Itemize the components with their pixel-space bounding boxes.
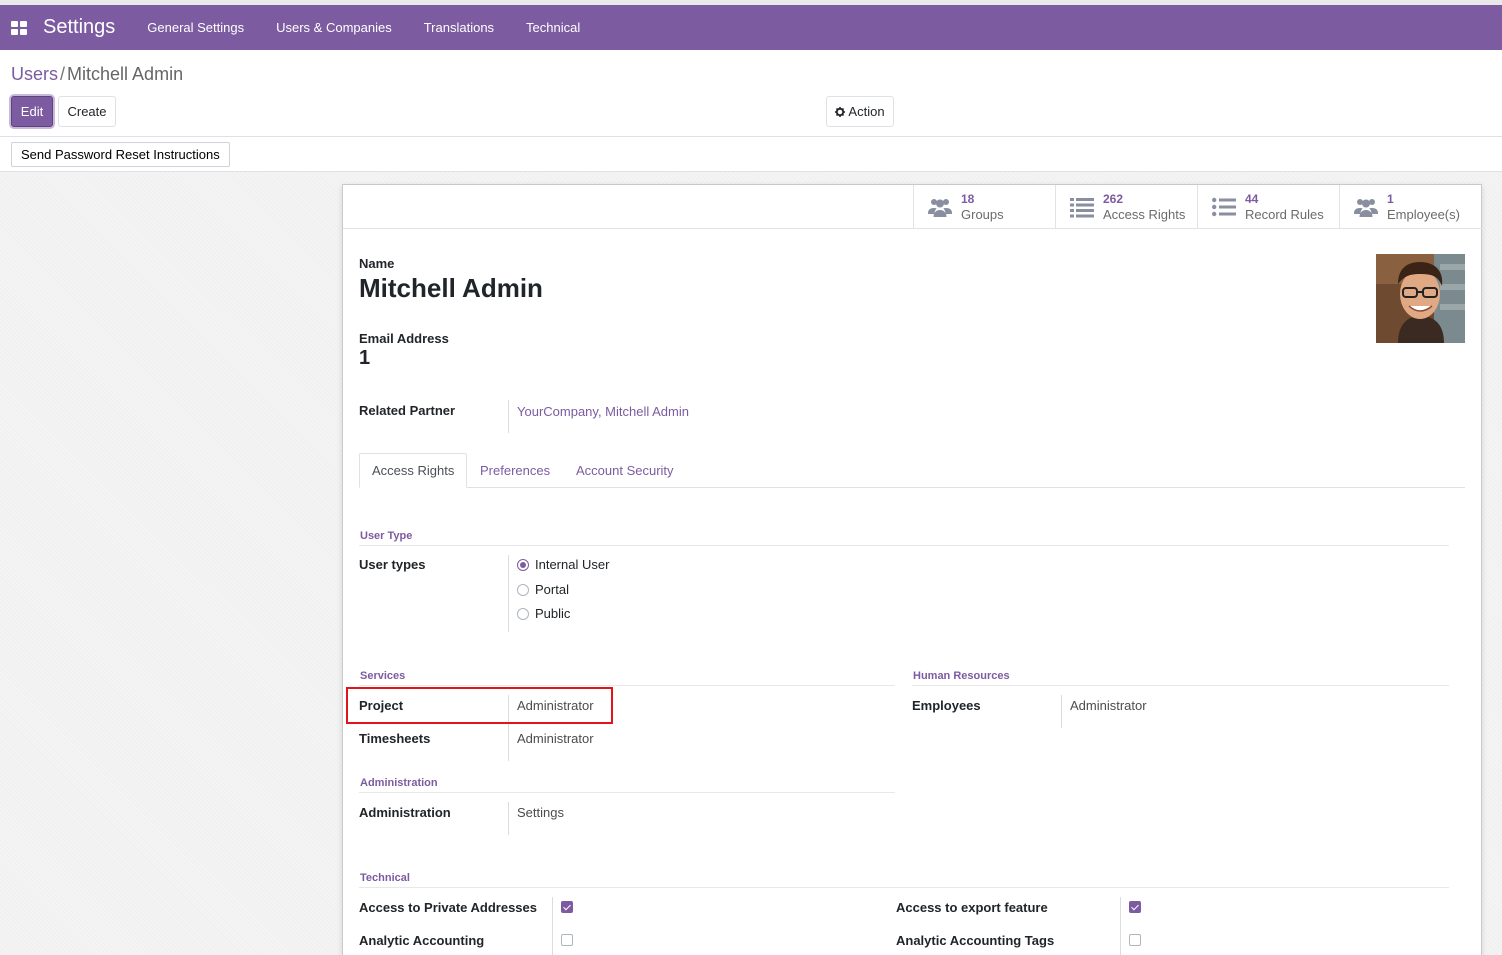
employees-field-label: Employees [912, 698, 981, 713]
radio-button[interactable] [517, 607, 529, 620]
main-navbar: Settings General Settings Users & Compan… [0, 5, 1502, 50]
analytic-accounting-checkbox[interactable] [561, 934, 573, 946]
private-addresses-checkbox[interactable] [561, 901, 573, 913]
administration-access-select[interactable]: Settings [517, 805, 564, 820]
breadcrumb-separator: / [60, 64, 66, 84]
radio-public[interactable]: Public [517, 606, 570, 621]
access-rights-smart-button[interactable]: 262 Access Rights [1055, 185, 1197, 229]
notebook-tabs: Access Rights Preferences Account Securi… [359, 453, 1465, 488]
access-rights-label: Access Rights [1103, 207, 1186, 222]
user-name-field[interactable]: Mitchell Admin [359, 273, 543, 304]
menu-translations[interactable]: Translations [408, 20, 510, 35]
users-icon [928, 196, 952, 218]
analytic-accounting-label: Analytic Accounting [359, 933, 485, 948]
timesheets-label: Timesheets [359, 731, 431, 746]
users-icon [1354, 196, 1378, 218]
groups-smart-button[interactable]: 18 Groups [913, 185, 1055, 229]
radio-label: Portal [535, 582, 569, 597]
smart-button-box: 18 Groups 262 Access Rights 44 Record Rules… [913, 185, 1481, 229]
employees-access-select[interactable]: Administrator [1070, 698, 1147, 713]
list-icon [1070, 196, 1094, 218]
groups-label: Groups [961, 207, 1004, 222]
timesheets-access-select[interactable]: Administrator [517, 731, 594, 746]
breadcrumb-users-link[interactable]: Users [11, 64, 58, 84]
record-rules-count: 44 [1245, 192, 1259, 206]
radio-button[interactable] [517, 558, 529, 571]
section-divider [359, 545, 1449, 546]
private-addresses-label: Access to Private Addresses [359, 900, 538, 915]
list-ul-icon [1212, 196, 1236, 218]
analytic-tags-label: Analytic Accounting Tags [896, 933, 1055, 948]
access-rights-count: 262 [1103, 192, 1124, 206]
tab-account-security[interactable]: Account Security [564, 453, 686, 488]
tab-preferences[interactable]: Preferences [468, 453, 562, 488]
field-divider [508, 802, 509, 835]
field-divider [552, 897, 553, 955]
groups-count: 18 [961, 192, 975, 206]
related-partner-link[interactable]: YourCompany, Mitchell Admin [517, 404, 689, 419]
name-label: Name [359, 256, 395, 271]
analytic-tags-checkbox[interactable] [1129, 934, 1141, 946]
menu-users-companies[interactable]: Users & Companies [260, 20, 408, 35]
human-resources-section-title: Human Resources [913, 670, 1010, 682]
administration-label: Administration [359, 805, 451, 820]
employees-smart-button[interactable]: 1 Employee(s) [1339, 185, 1481, 229]
radio-button[interactable] [517, 583, 529, 596]
services-section-title: Services [360, 670, 406, 682]
field-divider [1061, 695, 1062, 728]
related-partner-label: Related Partner [359, 403, 456, 418]
action-label: Action [848, 104, 885, 119]
gear-icon [835, 106, 846, 117]
radio-internal-user[interactable]: Internal User [517, 557, 609, 572]
radio-label: Public [535, 606, 571, 621]
section-divider [359, 887, 1449, 888]
section-divider [912, 685, 1449, 686]
field-divider [508, 400, 509, 433]
field-divider [1120, 897, 1121, 955]
email-field[interactable]: 1 [359, 347, 370, 370]
menu-general-settings[interactable]: General Settings [131, 20, 260, 35]
tab-access-rights[interactable]: Access Rights [359, 453, 468, 488]
edit-button[interactable]: Edit [11, 96, 53, 127]
export-feature-checkbox[interactable] [1129, 901, 1141, 913]
section-divider [359, 685, 895, 686]
administration-section-title: Administration [360, 777, 438, 789]
control-panel-divider [0, 136, 1502, 137]
user-types-label: User types [359, 557, 426, 572]
form-sheet: 18 Groups 262 Access Rights 44 Record Rules… [342, 184, 1483, 955]
radio-label: Internal User [535, 557, 610, 572]
record-rules-smart-button[interactable]: 44 Record Rules [1197, 185, 1339, 229]
breadcrumb: Users / Mitchell Admin [11, 64, 183, 85]
email-label: Email Address [359, 331, 449, 346]
app-brand[interactable]: Settings [43, 16, 115, 39]
export-feature-label: Access to export feature [896, 900, 1048, 915]
send-password-reset-button[interactable]: Send Password Reset Instructions [11, 142, 230, 167]
highlight-box [346, 687, 613, 724]
action-dropdown[interactable]: Action [826, 96, 894, 127]
menu-technical[interactable]: Technical [510, 20, 596, 35]
employees-label: Employee(s) [1387, 207, 1460, 222]
user-type-section-title: User Type [360, 530, 413, 542]
field-divider [508, 555, 509, 632]
technical-section-title: Technical [360, 872, 410, 884]
radio-portal[interactable]: Portal [517, 582, 569, 597]
section-divider [359, 792, 895, 793]
employees-count: 1 [1387, 192, 1394, 206]
create-button[interactable]: Create [58, 96, 116, 127]
breadcrumb-current: Mitchell Admin [67, 64, 184, 84]
apps-menu-icon[interactable] [11, 20, 27, 35]
record-rules-label: Record Rules [1245, 207, 1324, 222]
user-avatar[interactable] [1376, 254, 1465, 343]
